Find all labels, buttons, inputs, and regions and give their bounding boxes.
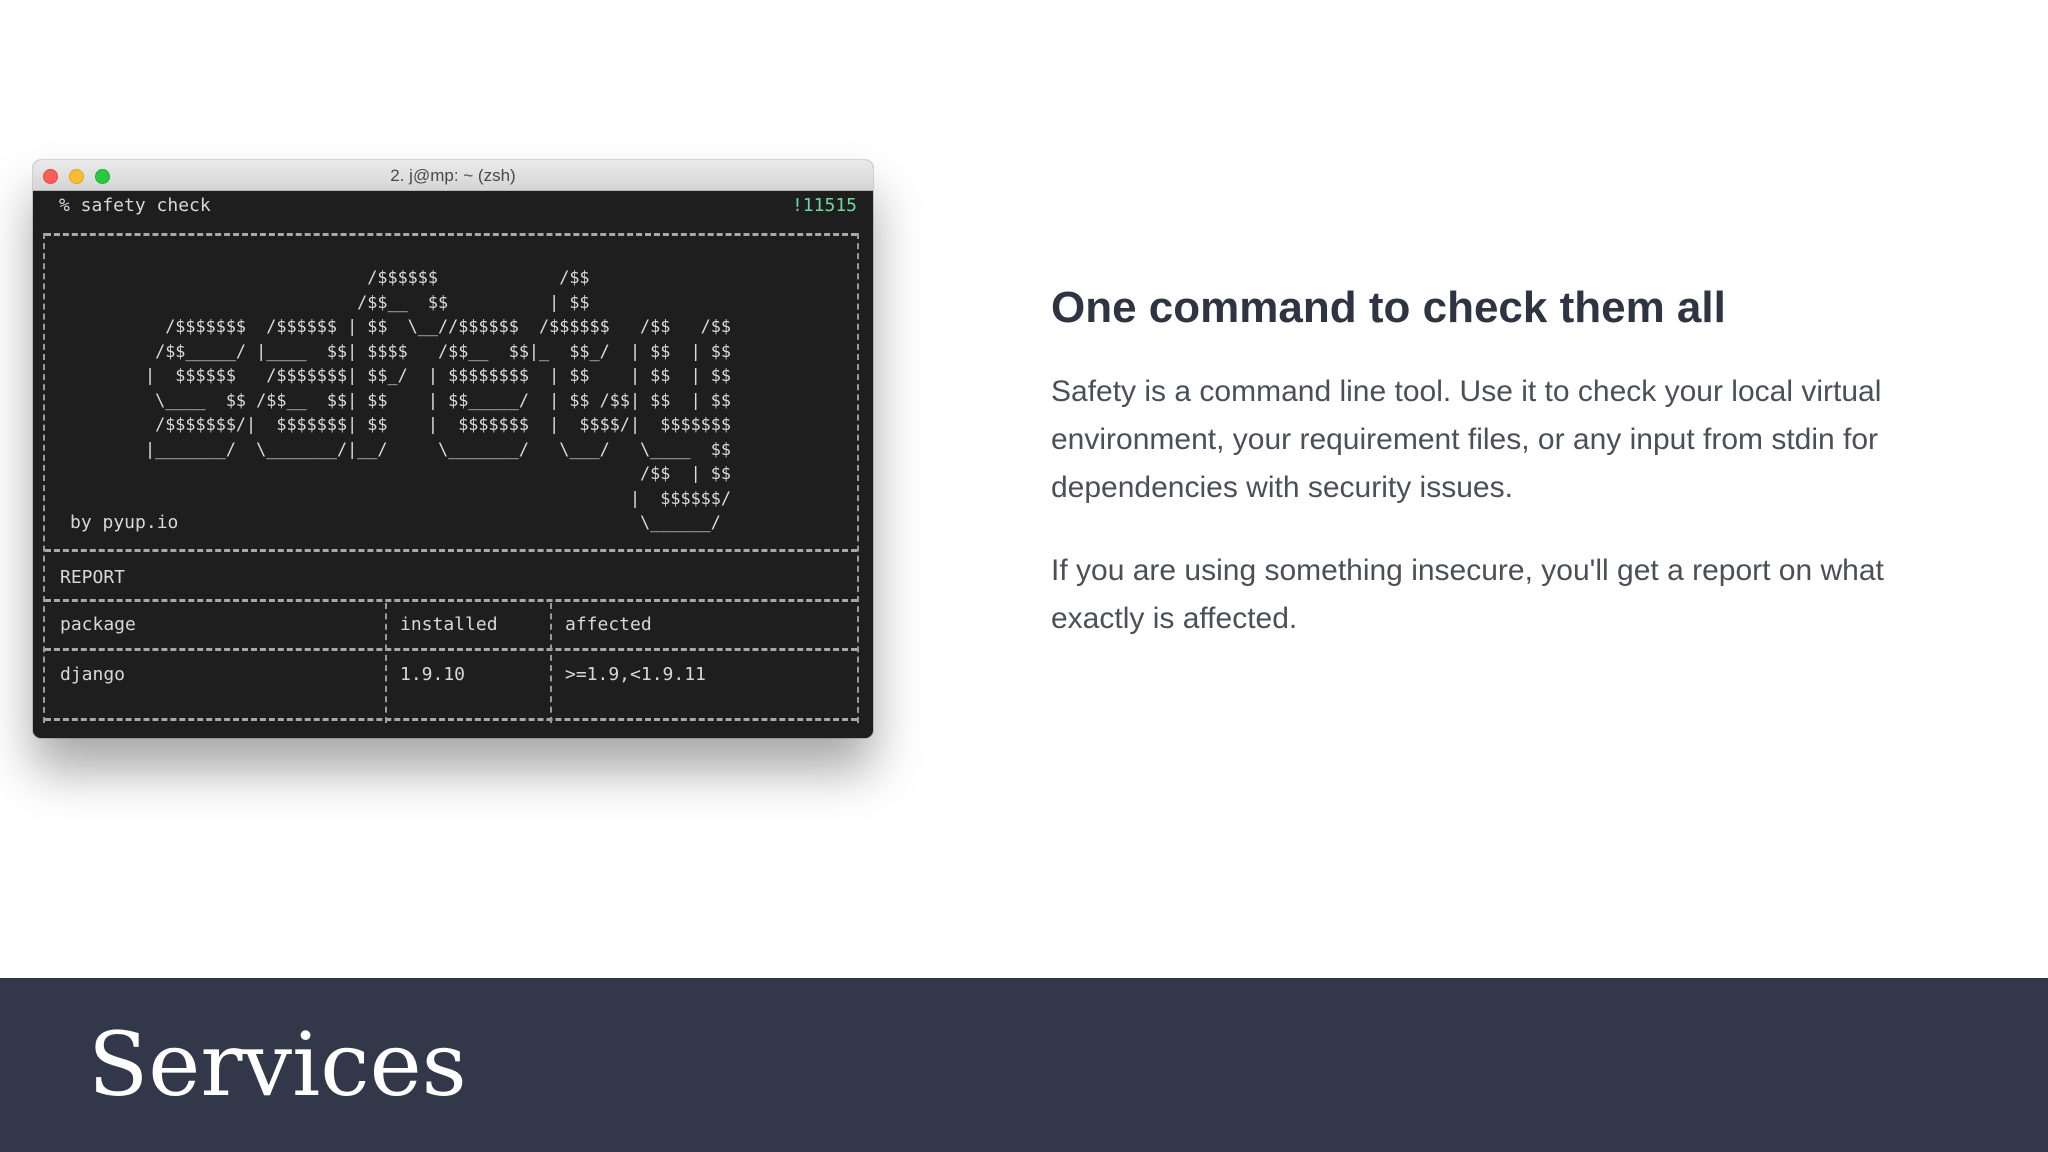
report-label: REPORT [60, 567, 126, 588]
terminal-title-bar: 2. j@mp: ~ (zsh) [33, 160, 873, 191]
report-border-bottom [45, 718, 857, 721]
table-cell-package: django [60, 664, 126, 685]
terminal-history-counter: !11515 [791, 195, 857, 216]
safety-ascii-logo: /$$$$$$ /$$ /$$__ $$ | $$ /$$$$$$$ /$$$$… [145, 267, 731, 532]
slide: 2. j@mp: ~ (zsh) % safety check !11515 /… [0, 0, 2048, 1152]
report-border-top [45, 233, 857, 236]
table-header-installed: installed [400, 614, 498, 635]
safety-report-box: /$$$$$$ /$$ /$$__ $$ | $$ /$$$$$$$ /$$$$… [43, 233, 859, 723]
table-header-package: package [60, 614, 136, 635]
byline-text: by pyup.io [70, 512, 179, 533]
table-cell-affected: >=1.9,<1.9.11 [565, 664, 706, 685]
feature-description: One command to check them all Safety is … [1051, 278, 1971, 678]
feature-paragraph-1: Safety is a command line tool. Use it to… [1051, 375, 1882, 504]
column-separator-1 [385, 603, 387, 723]
footer-band: Services [0, 978, 2048, 1152]
feature-heading: One command to check them all [1051, 283, 1726, 332]
table-cell-installed: 1.9.10 [400, 664, 466, 685]
feature-paragraph-2: If you are using something insecure, you… [1051, 554, 1884, 635]
section-title: Services [88, 1013, 467, 1116]
column-separator-2 [550, 603, 552, 723]
report-divider-1 [45, 549, 857, 552]
report-divider-2 [45, 599, 857, 602]
terminal-window-title: 2. j@mp: ~ (zsh) [390, 166, 516, 185]
terminal-prompt: % safety check [59, 195, 211, 216]
table-header-affected: affected [565, 614, 652, 635]
report-divider-3 [45, 648, 857, 651]
terminal-window: 2. j@mp: ~ (zsh) % safety check !11515 /… [33, 160, 873, 738]
terminal-body: % safety check !11515 /$$$$$$ /$$ /$$__ … [33, 191, 873, 738]
